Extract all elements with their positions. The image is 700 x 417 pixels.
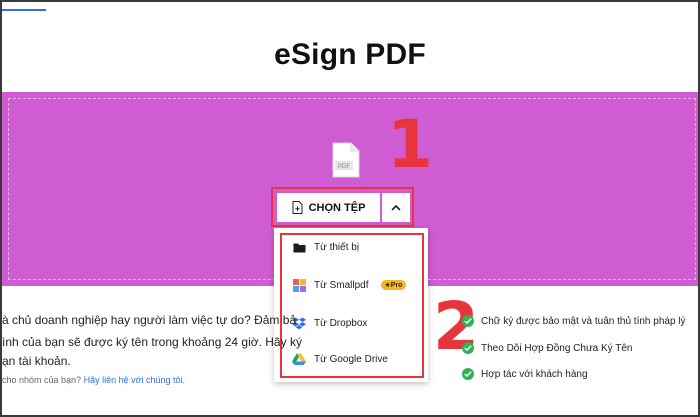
contact-line: cho nhóm của bạn? Hãy liên hệ với chúng … <box>2 375 185 385</box>
pro-badge: ★Pro <box>380 280 407 290</box>
pdf-file-icon-label: PDF <box>338 164 350 170</box>
feature-label: Theo Dõi Hợp Đồng Chưa Ký Tên <box>481 342 633 354</box>
chevron-up-icon <box>391 204 401 211</box>
contact-link[interactable]: Hãy liên hệ với chúng tôi. <box>84 375 185 385</box>
choose-file-dropdown-toggle[interactable] <box>382 193 410 222</box>
menu-item-label: Từ Dropbox <box>314 317 368 329</box>
feature-item: Hợp tác với khách hàng <box>462 368 588 380</box>
feature-item: Chữ ký được bảo mật và tuân thủ tính phá… <box>462 315 686 327</box>
page-title: eSign PDF <box>274 38 426 71</box>
folder-icon <box>292 240 306 254</box>
feature-label: Chữ ký được bảo mật và tuân thủ tính phá… <box>481 315 686 327</box>
menu-item-label: Từ Google Drive <box>314 353 388 365</box>
feature-label: Hợp tác với khách hàng <box>481 368 588 380</box>
check-circle-icon <box>462 315 474 327</box>
check-circle-icon <box>462 342 474 354</box>
menu-item-dropbox[interactable]: Từ Dropbox <box>292 314 367 332</box>
google-drive-icon <box>292 352 306 366</box>
menu-item-device[interactable]: Từ thiết bị <box>292 238 359 256</box>
menu-item-smallpdf[interactable]: Từ Smallpdf ★Pro <box>292 276 407 294</box>
menu-item-label: Từ thiết bị <box>314 241 360 253</box>
check-circle-icon <box>462 368 474 380</box>
choose-file-button[interactable]: CHỌN TỆP <box>277 193 380 222</box>
smallpdf-icon <box>292 278 306 292</box>
description-line-2: ình của bạn sẽ được ký tên trong khoảng … <box>2 335 302 349</box>
screenshot-frame: eSign PDF PDF 1 CHỌN TỆP Từ thiết bị Từ … <box>0 0 700 417</box>
menu-item-google-drive[interactable]: Từ Google Drive <box>292 350 388 368</box>
description-line-3: ạn tài khoản. <box>2 354 71 368</box>
top-link-underline <box>2 9 46 11</box>
step-1-annotation: 1 <box>387 106 433 183</box>
menu-item-label: Từ Smallpdf <box>314 279 369 291</box>
description-line-1: à chủ doanh nghiệp hay người làm việc tự… <box>2 313 297 327</box>
pdf-file-icon: PDF <box>332 142 360 178</box>
feature-item: Theo Dõi Hợp Đồng Chưa Ký Tên <box>462 342 632 354</box>
contact-prefix: cho nhóm của bạn? <box>2 375 82 385</box>
choose-file-label: CHỌN TỆP <box>308 201 366 214</box>
document-plus-icon <box>292 201 303 214</box>
